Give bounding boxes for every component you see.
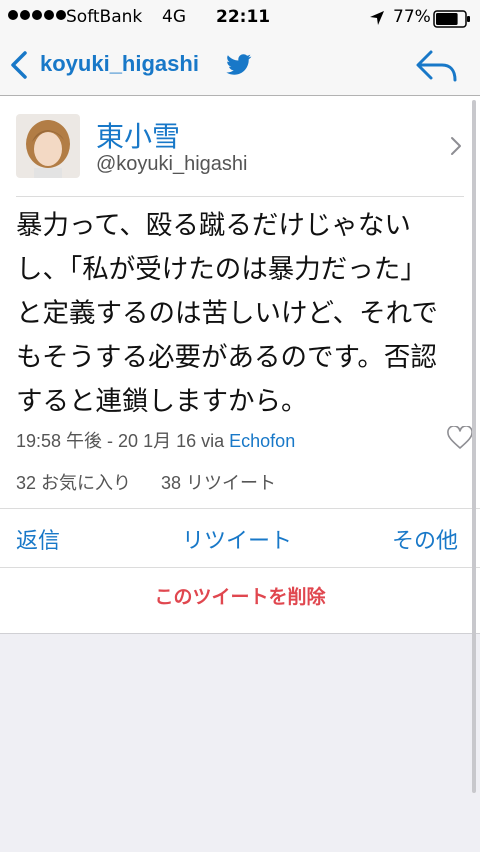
via-label: via — [201, 431, 225, 451]
divider — [16, 196, 464, 197]
reply-button[interactable]: 返信 — [16, 523, 60, 555]
reply-nav-button[interactable] — [414, 48, 460, 84]
navigation-bar: koyuki_higashi — [0, 40, 480, 96]
user-handle[interactable]: @koyuki_higashi — [96, 153, 248, 176]
carrier-name: SoftBank — [66, 7, 143, 27]
avatar[interactable] — [16, 114, 80, 178]
chevron-right-icon[interactable] — [448, 134, 464, 158]
network-type: 4G — [162, 7, 186, 27]
tweet-meta: 19:58 午後 - 20 1月 16 via Echofon — [16, 427, 295, 453]
retweet-button[interactable]: リツイート — [182, 523, 292, 555]
back-button[interactable] — [8, 50, 30, 80]
action-bar: 返信 リツイート その他 — [0, 508, 480, 568]
delete-tweet-button[interactable]: このツイートを削除 — [0, 582, 480, 609]
likes-count[interactable]: 32 お気に入り — [16, 469, 131, 495]
engagement-counts: 32 お気に入り 38 リツイート — [16, 469, 276, 495]
tweet-card: 東小雪 @koyuki_higashi 暴力って、殴る蹴るだけじゃない し、「私… — [0, 96, 480, 634]
battery-percent: 77% — [393, 7, 431, 27]
status-bar: SoftBank 4G 22:11 77% — [0, 0, 480, 40]
display-name[interactable]: 東小雪 — [96, 115, 180, 155]
scrollbar[interactable] — [472, 100, 476, 793]
battery-icon — [433, 10, 470, 28]
chevron-left-icon — [11, 51, 27, 79]
tweet-text: 暴力って、殴る蹴るだけじゃない し、「私が受けたのは暴力だった」 と定義するのは… — [16, 210, 438, 417]
twitter-bird-icon — [226, 54, 252, 75]
via-app-link[interactable]: Echofon — [229, 431, 295, 451]
reply-arrow-icon — [416, 50, 457, 82]
heart-icon[interactable] — [446, 426, 474, 450]
nav-title[interactable]: koyuki_higashi — [40, 51, 199, 77]
tweet-timestamp: 19:58 午後 - 20 1月 16 — [16, 431, 197, 451]
retweets-count[interactable]: 38 リツイート — [161, 469, 276, 495]
signal-strength-icon — [8, 10, 66, 20]
status-time: 22:11 — [216, 7, 271, 27]
location-arrow-icon — [370, 11, 384, 25]
more-button[interactable]: その他 — [392, 523, 458, 555]
